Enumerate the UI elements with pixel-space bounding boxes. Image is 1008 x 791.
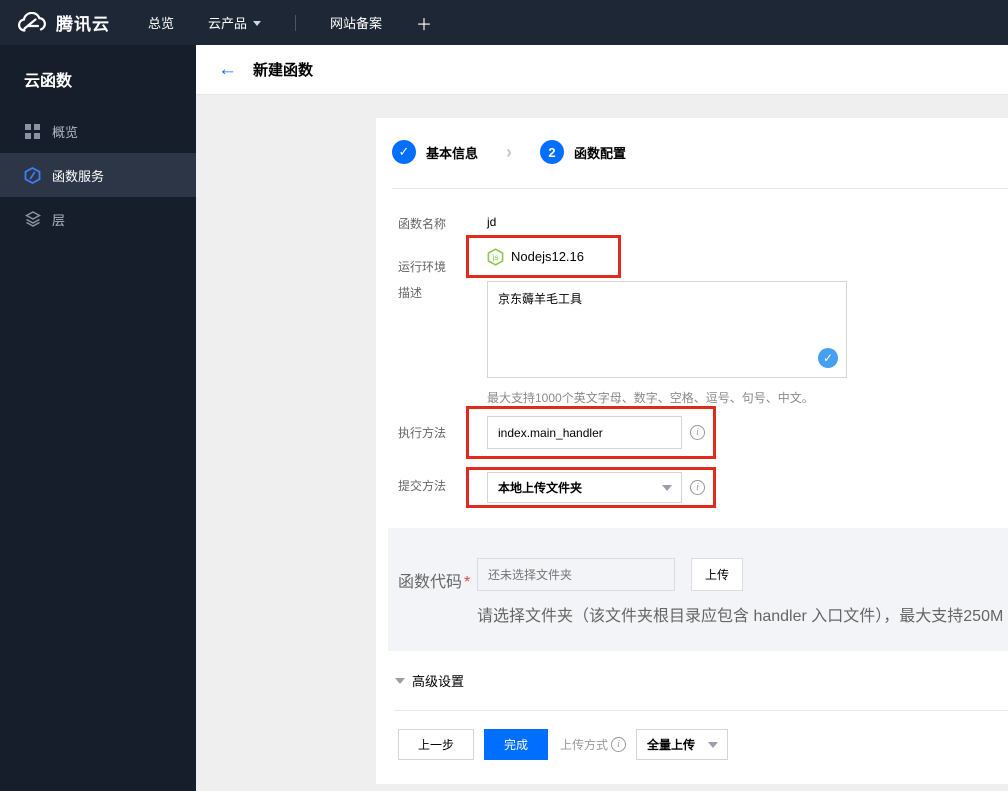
- sidebar-item-layers[interactable]: 层: [0, 197, 196, 241]
- function-code-section: 函数代码* 上传 请选择文件夹（该文件夹根目录应包含 handler 入口文件）…: [388, 528, 1008, 651]
- sidebar-item-overview[interactable]: 概览: [0, 109, 196, 153]
- finish-button[interactable]: 完成: [484, 729, 548, 760]
- upload-mode-info-icon[interactable]: i: [611, 737, 627, 752]
- nav-overview[interactable]: 总览: [148, 13, 174, 32]
- grid-icon: [24, 123, 41, 140]
- step-separator-chevron-icon: ›: [506, 141, 513, 162]
- content-area: ✓ 基本信息 › 2 函数配置 函数名称 jd 运行环境 js Nodejs12…: [196, 95, 1008, 791]
- step-indicator: ✓ 基本信息 › 2 函数配置: [376, 118, 1008, 188]
- collapse-caret-icon: [395, 677, 405, 684]
- sidebar-item-label: 函数服务: [52, 168, 105, 184]
- nav-products[interactable]: 云产品: [208, 13, 262, 32]
- function-code-label: 函数代码 *: [398, 574, 471, 591]
- submit-method-select[interactable]: 本地上传文件夹: [487, 472, 682, 503]
- upload-mode-select[interactable]: 全量上传: [636, 729, 729, 760]
- brand-name: 腾讯云: [56, 15, 110, 34]
- step2-number: 2: [540, 140, 565, 164]
- sidebar-item-function-service[interactable]: 函数服务: [0, 153, 196, 197]
- previous-step-button[interactable]: 上一步: [398, 729, 474, 760]
- upload-mode-value: 全量上传: [647, 738, 696, 752]
- submit-method-value: 本地上传文件夹: [498, 481, 583, 495]
- function-config-form: 函数名称 jd 运行环境 js Nodejs12.16 描述 京东薅羊毛工具 ✓…: [376, 189, 1008, 508]
- sidebar: 云函数 概览 函数服务 层: [0, 45, 196, 791]
- back-arrow-icon[interactable]: ←: [218, 59, 237, 81]
- brand[interactable]: 腾讯云: [0, 10, 148, 35]
- description-label: 描述: [398, 286, 423, 300]
- step1-label: 基本信息: [426, 145, 479, 161]
- upload-mode-label: 上传方式 i: [560, 736, 627, 753]
- function-name-value: jd: [487, 215, 497, 229]
- page-title: 新建函数: [253, 62, 314, 79]
- select-caret-icon: [708, 741, 719, 748]
- handler-input[interactable]: [487, 416, 682, 449]
- advanced-settings-toggle[interactable]: 高级设置: [395, 671, 1008, 690]
- step2-label: 函数配置: [574, 145, 627, 161]
- runtime-annotation-box: js Nodejs12.16: [466, 235, 621, 278]
- sidebar-item-label: 概览: [52, 124, 79, 140]
- nav-add-button[interactable]: ＋: [416, 11, 432, 35]
- page-header: ← 新建函数: [196, 45, 1008, 95]
- submit-method-annotation-box: 本地上传文件夹 i: [466, 467, 716, 508]
- runtime-value: Nodejs12.16: [511, 249, 584, 264]
- chevron-down-icon: [253, 21, 262, 26]
- advanced-settings-label: 高级设置: [412, 674, 465, 689]
- nav-beian[interactable]: 网站备案: [330, 13, 382, 32]
- svg-text:js: js: [492, 253, 499, 262]
- nodejs-icon: js: [487, 247, 504, 266]
- folder-path-input[interactable]: [477, 558, 675, 591]
- nav-products-label: 云产品: [208, 16, 248, 31]
- footer-divider: [395, 710, 1008, 711]
- function-name-label: 函数名称: [398, 217, 447, 231]
- sidebar-title: 云函数: [24, 73, 73, 90]
- description-hint: 最大支持1000个英文字母、数字、空格、逗号、句号、中文。: [487, 391, 814, 405]
- handler-info-icon[interactable]: i: [690, 425, 705, 440]
- valid-check-badge-icon: ✓: [818, 348, 838, 368]
- function-hexagon-icon: [24, 166, 41, 184]
- handler-annotation-box: i: [466, 406, 716, 459]
- function-code-hint: 请选择文件夹（该文件夹根目录应包含 handler 入口文件），最大支持250M: [477, 608, 1004, 625]
- top-navbar: 腾讯云 总览 云产品 网站备案 ＋: [0, 0, 1008, 45]
- layers-icon: [24, 211, 41, 228]
- create-function-card: ✓ 基本信息 › 2 函数配置 函数名称 jd 运行环境 js Nodejs12…: [376, 118, 1008, 784]
- tencent-cloud-logo: [16, 11, 46, 34]
- description-textarea[interactable]: 京东薅羊毛工具: [487, 281, 847, 378]
- step1-check-icon: ✓: [392, 140, 416, 164]
- select-caret-icon: [662, 484, 672, 491]
- sidebar-item-label: 层: [52, 212, 66, 228]
- upload-button[interactable]: 上传: [691, 558, 743, 591]
- submit-method-info-icon[interactable]: i: [690, 480, 705, 495]
- footer-actions: 上一步 完成 上传方式 i 全量上传: [398, 729, 1008, 760]
- required-asterisk: *: [464, 574, 471, 591]
- nav-divider: [295, 14, 297, 31]
